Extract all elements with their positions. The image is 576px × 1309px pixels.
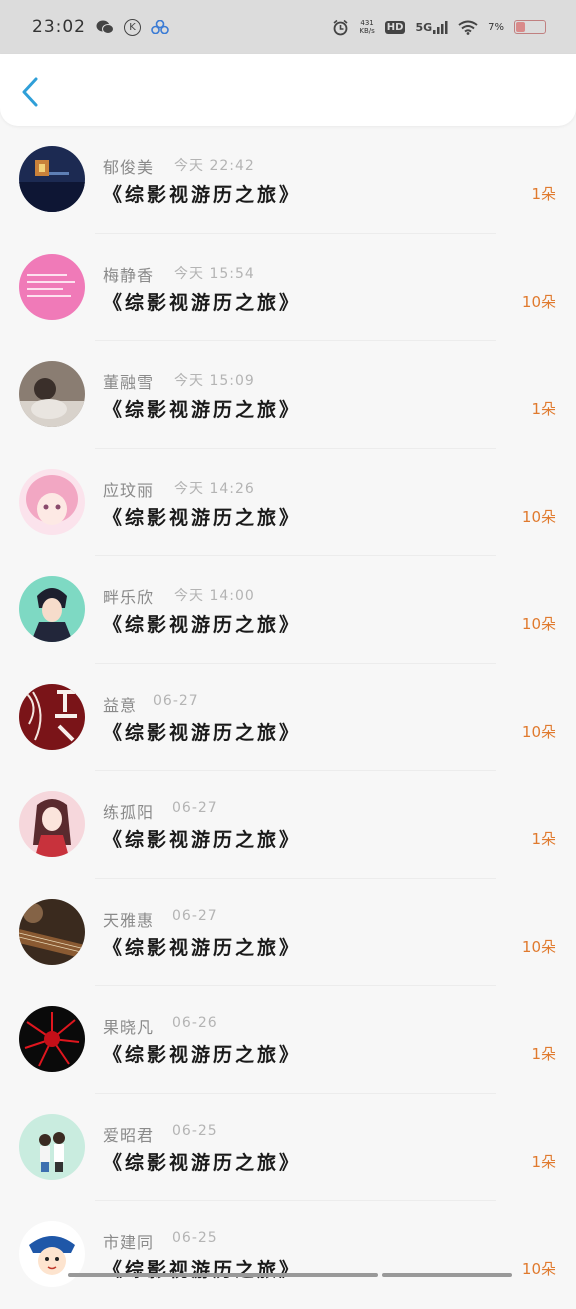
avatar <box>19 146 85 212</box>
list-item[interactable]: 应玟丽 今天 14:26 《综影视游历之旅》 10朵 <box>0 449 576 556</box>
battery-icon <box>514 20 546 34</box>
sender-name: 应玟丽 <box>103 480 155 500</box>
sender-name: 练孤阳 <box>103 803 155 822</box>
avatar <box>19 1006 85 1072</box>
network-speed-unit: KB/s <box>359 27 375 35</box>
hd-badge: HD <box>384 20 406 34</box>
sender-name: 畔乐欣 <box>103 588 155 607</box>
k-app-icon: K <box>124 18 141 36</box>
book-title: 《综影视游历之旅》 <box>103 829 302 851</box>
sender-name: 爱昭君 <box>103 1125 155 1145</box>
flower-count: 10朵 <box>521 507 556 526</box>
send-time: 今天 14:00 <box>174 588 255 604</box>
flower-count: 10朵 <box>521 292 556 311</box>
flower-count: 1朵 <box>531 185 556 203</box>
battery-percent: 7% <box>488 21 504 33</box>
avatar <box>19 683 85 750</box>
sender-name: 梅静香 <box>103 265 155 285</box>
avatar <box>19 361 85 427</box>
list-item[interactable]: 益意 06-27 《综影视游历之旅》 10朵 <box>0 664 576 771</box>
status-bar: 23:02 K 431 KB/s HD 5G 7% <box>0 0 576 54</box>
send-time: 06-27 <box>172 800 218 816</box>
sender-name: 天雅惠 <box>103 910 155 930</box>
sender-name: 果晓凡 <box>103 1018 155 1037</box>
send-time: 06-26 <box>172 1015 218 1031</box>
flower-count: 1朵 <box>531 400 556 418</box>
wechat-icon <box>96 19 114 35</box>
send-time: 06-27 <box>153 692 199 709</box>
send-time: 今天 22:42 <box>174 158 255 174</box>
avatar <box>19 253 85 320</box>
book-title: 《综影视游历之旅》 <box>103 1044 302 1066</box>
send-time: 今天 14:26 <box>174 480 255 497</box>
list-item[interactable]: 天雅惠 06-27 《综影视游历之旅》 10朵 <box>0 879 576 986</box>
cloud-app-icon <box>151 20 169 34</box>
flower-count: 10朵 <box>521 722 556 741</box>
flower-count: 1朵 <box>531 1045 556 1063</box>
list-item[interactable]: 梅静香 今天 15:54 《综影视游历之旅》 10朵 <box>0 234 576 341</box>
avatar <box>19 576 85 642</box>
scroll-indicator[interactable] <box>68 1273 378 1277</box>
avatar <box>19 1221 85 1287</box>
flower-count: 10朵 <box>521 1260 556 1278</box>
back-button[interactable] <box>16 72 52 112</box>
send-time: 06-25 <box>172 1122 218 1139</box>
send-time: 06-27 <box>172 907 218 924</box>
book-title: 《综影视游历之旅》 <box>103 506 302 529</box>
network-speed-value: 431 <box>360 19 374 27</box>
book-title: 《综影视游历之旅》 <box>103 1259 302 1281</box>
network-type: 5G <box>415 20 433 34</box>
flower-count: 10朵 <box>521 937 556 956</box>
flower-count: 1朵 <box>531 1152 556 1171</box>
cellular-signal-icon: 5G <box>415 20 448 34</box>
status-time: 23:02 <box>32 17 86 37</box>
book-title: 《综影视游历之旅》 <box>103 936 302 959</box>
book-title: 《综影视游历之旅》 <box>103 721 302 744</box>
send-time: 今天 15:09 <box>174 373 255 389</box>
send-time: 06-25 <box>172 1230 218 1246</box>
alarm-icon <box>332 19 349 36</box>
list-item[interactable]: 果晓凡 06-26 《综影视游历之旅》 1朵 <box>0 986 576 1094</box>
wifi-icon <box>458 20 478 35</box>
sender-name: 益意 <box>103 695 138 715</box>
gift-record-list: 郁俊美 今天 22:42 《综影视游历之旅》 1朵 梅静香 今天 15:54 《… <box>0 126 576 1309</box>
list-item[interactable]: 畔乐欣 今天 14:00 《综影视游历之旅》 10朵 <box>0 556 576 664</box>
list-item[interactable]: 练孤阳 06-27 《综影视游历之旅》 1朵 <box>0 771 576 879</box>
send-time: 今天 15:54 <box>174 265 255 282</box>
avatar <box>19 468 85 535</box>
sender-name: 董融雪 <box>103 373 155 392</box>
header-bar <box>0 54 576 126</box>
avatar <box>19 791 85 857</box>
list-item[interactable]: 市建同 06-25 《综影视游历之旅》 10朵 <box>0 1201 576 1309</box>
back-arrow-icon <box>22 77 38 107</box>
book-title: 《综影视游历之旅》 <box>103 614 302 636</box>
book-title: 《综影视游历之旅》 <box>103 1151 302 1174</box>
flower-count: 1朵 <box>531 830 556 848</box>
book-title: 《综影视游历之旅》 <box>103 291 302 314</box>
avatar <box>19 1113 85 1180</box>
list-item[interactable]: 董融雪 今天 15:09 《综影视游历之旅》 1朵 <box>0 341 576 449</box>
scroll-indicator[interactable] <box>382 1273 512 1277</box>
book-title: 《综影视游历之旅》 <box>103 399 302 421</box>
sender-name: 市建同 <box>103 1233 155 1252</box>
network-speed: 431 KB/s <box>359 19 374 35</box>
book-title: 《综影视游历之旅》 <box>103 184 302 206</box>
sender-name: 郁俊美 <box>103 158 155 177</box>
flower-count: 10朵 <box>521 615 556 633</box>
list-item[interactable]: 爱昭君 06-25 《综影视游历之旅》 1朵 <box>0 1094 576 1201</box>
avatar <box>19 898 85 965</box>
list-item[interactable]: 郁俊美 今天 22:42 《综影视游历之旅》 1朵 <box>0 126 576 234</box>
